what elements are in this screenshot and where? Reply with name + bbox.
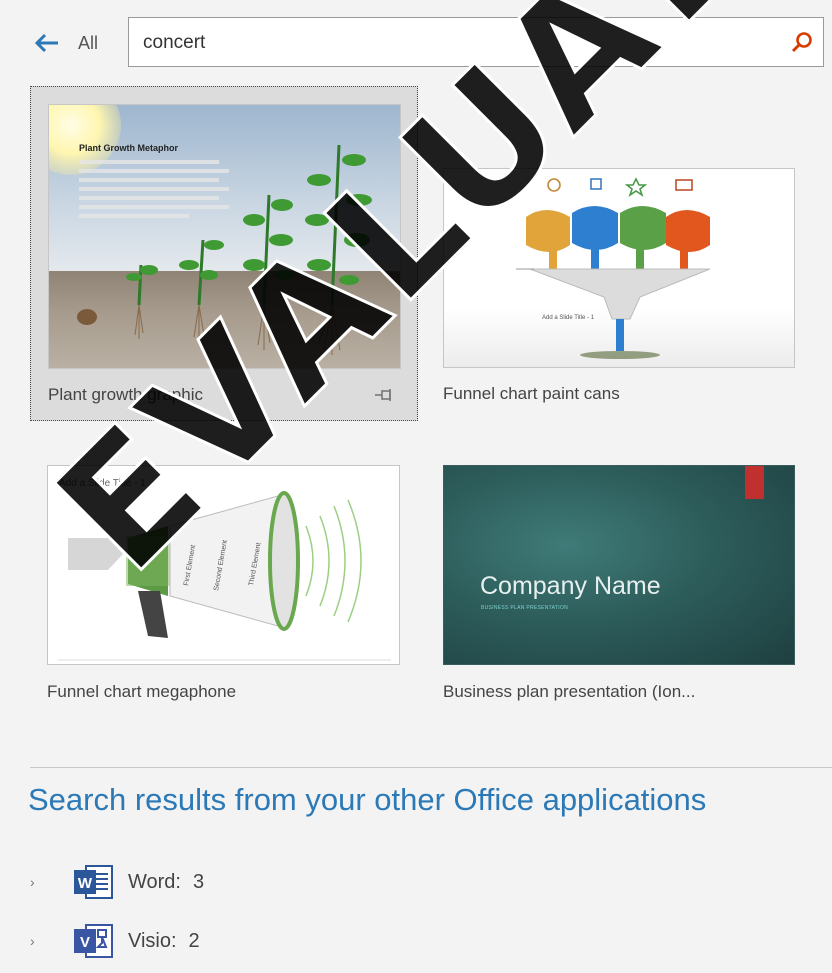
template-thumbnail: Plant Growth Metaphor xyxy=(48,104,401,369)
template-tile-business-plan[interactable]: Company Name BUSINESS PLAN PRESENTATION … xyxy=(426,448,814,728)
search-icon[interactable] xyxy=(789,30,815,56)
search-box xyxy=(128,17,824,67)
accent-bar xyxy=(745,466,764,499)
app-name: Word: xyxy=(128,870,181,893)
tile-label: Funnel chart paint cans xyxy=(443,384,620,403)
megaphone-illustration: First Element Second Element Third Eleme… xyxy=(58,491,391,661)
word-icon: W xyxy=(72,862,114,902)
thumbnail-title: Company Name xyxy=(480,572,661,600)
result-count: 3 xyxy=(192,870,205,893)
all-link[interactable]: All xyxy=(78,33,98,54)
template-thumbnail: Company Name BUSINESS PLAN PRESENTATION xyxy=(443,465,795,665)
tile-label: Funnel chart megaphone xyxy=(47,682,237,701)
tile-label: Business plan presentation (Ion... xyxy=(443,682,696,701)
back-arrow-icon xyxy=(34,33,58,53)
template-thumbnail: Add a Slide Title - 1 First Element Seco… xyxy=(47,465,400,665)
other-apps-heading: Search results from your other Office ap… xyxy=(28,782,707,817)
app-name: Visio: xyxy=(128,929,177,952)
visio-icon: V xyxy=(72,921,114,961)
svg-text:Add a Slide Title - 1: Add a Slide Title - 1 xyxy=(542,315,595,321)
svg-text:W: W xyxy=(78,875,93,892)
visio-results-row[interactable]: › V Visio: 2 xyxy=(30,921,200,961)
template-tile-plant-growth[interactable]: Plant Growth Metaphor Plant growth graph… xyxy=(30,86,418,421)
word-results-row[interactable]: › W Word: 3 xyxy=(30,862,204,902)
tile-label: Plant growth graphic xyxy=(48,385,203,404)
section-divider xyxy=(30,767,832,768)
template-tile-funnel-paint-cans[interactable]: Add a Slide Title - 1 Funnel chart paint… xyxy=(426,86,814,421)
back-arrow-button[interactable] xyxy=(30,28,64,58)
template-thumbnail: Add a Slide Title - 1 xyxy=(443,168,795,368)
search-input[interactable] xyxy=(141,28,765,58)
chevron-right-icon[interactable]: › xyxy=(30,933,46,949)
thumbnail-subtitle: BUSINESS PLAN PRESENTATION xyxy=(481,605,569,611)
paint-cans-funnel-illustration: Add a Slide Title - 1 xyxy=(516,177,711,359)
chevron-right-icon[interactable]: › xyxy=(30,874,46,890)
template-tile-funnel-megaphone[interactable]: Add a Slide Title - 1 First Element Seco… xyxy=(30,448,418,728)
result-count: 2 xyxy=(188,929,200,952)
svg-text:V: V xyxy=(80,934,90,951)
plant-illustration xyxy=(77,144,372,355)
pin-icon[interactable] xyxy=(374,387,394,403)
